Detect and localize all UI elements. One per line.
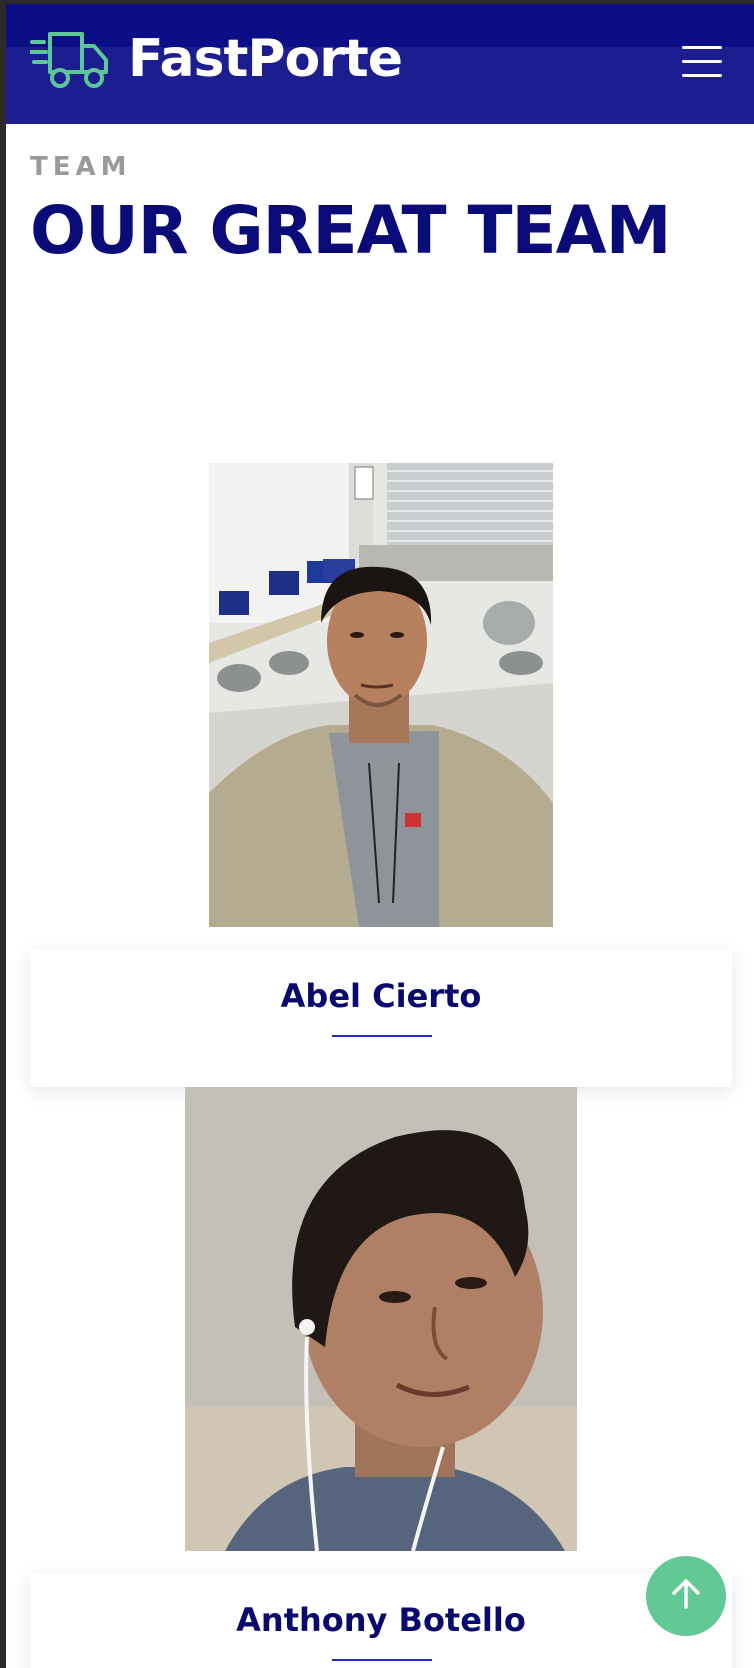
team-member-name: Anthony Botello	[236, 1601, 526, 1639]
team-member-photo	[209, 463, 553, 927]
section-kicker: TEAM	[30, 152, 132, 182]
brand-name: FastPorte	[128, 29, 403, 89]
arrow-up-icon	[669, 1577, 703, 1615]
hamburger-menu-icon[interactable]	[682, 44, 724, 80]
name-underline	[332, 1035, 432, 1037]
delivery-truck-icon	[30, 28, 110, 90]
page: FastPorte TEAM OUR GREAT TEAM Abel Ciert…	[6, 0, 754, 1668]
name-underline	[332, 1659, 432, 1661]
brand-logo[interactable]: FastPorte	[30, 28, 403, 90]
scroll-to-top-button[interactable]	[646, 1556, 726, 1636]
team-member-card: Anthony Botello	[30, 1573, 732, 1668]
team-member-card: Abel Cierto	[30, 949, 732, 1087]
section-title: OUR GREAT TEAM	[30, 192, 671, 269]
team-member-photo	[185, 1087, 577, 1551]
navbar: FastPorte	[6, 0, 754, 124]
team-member-name: Abel Cierto	[280, 977, 482, 1015]
